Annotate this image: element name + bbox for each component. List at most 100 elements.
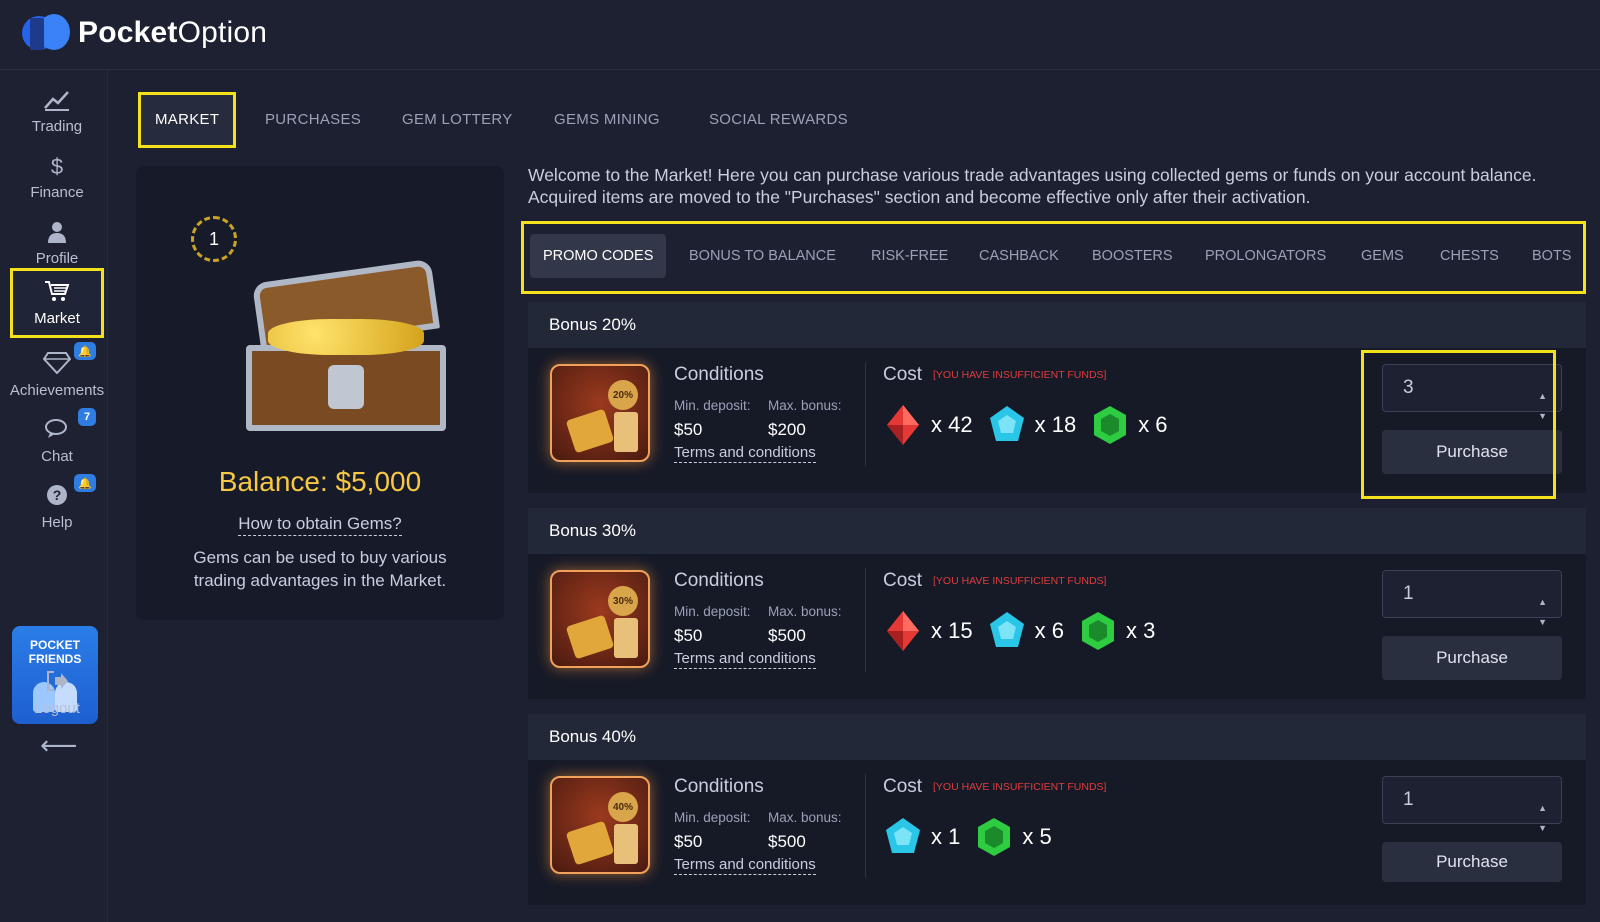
tab-purchases[interactable]: PURCHASES	[265, 92, 361, 148]
tab-bonus-to-balance[interactable]: BONUS TO BALANCE	[689, 234, 836, 278]
sidebar-item-label: Market	[34, 309, 80, 327]
user-icon	[46, 220, 68, 246]
how-to-obtain-gems-container: How to obtain Gems?	[136, 514, 504, 536]
chart-line-icon	[43, 88, 71, 114]
quantity-stepper[interactable]: 1 ▲ ▼	[1382, 570, 1562, 627]
conditions-heading: Conditions	[674, 570, 764, 591]
ticket-icon	[614, 618, 638, 658]
conditions-heading: Conditions	[674, 364, 764, 385]
tab-gems[interactable]: GEMS	[1361, 234, 1404, 278]
purchase-button[interactable]: Purchase	[1382, 842, 1562, 882]
gem-count: x 15	[931, 618, 973, 643]
gem-count: x 3	[1125, 618, 1156, 643]
treasure-chest-image: 1	[161, 186, 471, 436]
conditions-heading: Conditions	[674, 776, 764, 797]
sidebar-item-label: Help	[41, 513, 73, 531]
logout-icon	[45, 670, 69, 696]
ticket-icon	[614, 412, 638, 452]
min-deposit-label: Min. deposit:	[674, 810, 751, 825]
cart-icon	[44, 280, 70, 306]
diamond-icon	[42, 351, 72, 378]
bonus-percent-badge: 30%	[608, 586, 638, 616]
tab-bots[interactable]: BOTS	[1532, 234, 1571, 278]
quantity-value: 1	[1403, 789, 1414, 810]
sidebar-item-label: Logout	[34, 699, 80, 717]
gem-count: x 6	[1138, 412, 1168, 437]
notification-badge: 🔔	[74, 342, 96, 360]
ticket-icon	[614, 824, 638, 864]
sidebar-item-help[interactable]: 🔔 ? Help	[10, 474, 104, 540]
sidebar-item-trading[interactable]: Trading	[10, 78, 104, 144]
min-deposit-value: $50	[674, 832, 703, 851]
promo-code-thumbnail: 40%	[550, 776, 650, 874]
how-to-obtain-gems-link[interactable]: How to obtain Gems?	[238, 514, 402, 536]
chat-icon	[44, 418, 70, 444]
highlight-frame	[1361, 350, 1556, 499]
red-gem-icon	[883, 609, 923, 653]
max-bonus-label: Max. bonus:	[768, 604, 842, 619]
sidebar-item-chat[interactable]: 7 Chat	[10, 408, 104, 474]
sidebar-item-profile[interactable]: Profile	[10, 210, 104, 276]
tab-market[interactable]: MARKET	[138, 92, 237, 148]
green-gem-icon	[974, 815, 1014, 859]
quantity-stepper[interactable]: 1 ▲ ▼	[1382, 776, 1562, 833]
dollar-icon: $	[50, 153, 64, 179]
insufficient-funds-warning: [YOU HAVE INSUFFICIENT FUNDS]	[933, 369, 1107, 381]
divider	[865, 362, 866, 466]
friends-title-line1: POCKET	[29, 638, 80, 652]
brand-logo[interactable]: PocketOption	[22, 14, 267, 52]
tab-social-rewards[interactable]: SOCIAL REWARDS	[709, 92, 848, 148]
help-icon: ?	[46, 484, 68, 510]
tab-cashback[interactable]: CASHBACK	[979, 234, 1059, 278]
sidebar-item-label: Chat	[41, 447, 73, 465]
terms-link[interactable]: Terms and conditions	[674, 444, 816, 463]
terms-link[interactable]: Terms and conditions	[674, 650, 816, 669]
insufficient-funds-warning: [YOU HAVE INSUFFICIENT FUNDS]	[933, 575, 1107, 587]
chat-count-badge: 7	[78, 408, 96, 426]
tab-gem-lottery[interactable]: GEM LOTTERY	[402, 92, 513, 148]
tab-promo-codes[interactable]: PROMO CODES	[530, 234, 667, 278]
terms-link[interactable]: Terms and conditions	[674, 856, 816, 875]
bonus-percent-badge: 20%	[608, 380, 638, 410]
min-deposit-label: Min. deposit:	[674, 604, 751, 619]
product-card: 30% Conditions Min. deposit: Max. bonus:…	[528, 554, 1586, 699]
blue-gem-icon	[987, 403, 1027, 447]
sidebar-item-finance[interactable]: $ Finance	[10, 144, 104, 210]
gem-cost-row: x 1 x 5	[883, 814, 1066, 860]
sidebar-item-achievements[interactable]: 🔔 Achievements	[10, 342, 104, 408]
gem-count: x 6	[1034, 618, 1064, 643]
max-bonus-value: $200	[768, 420, 806, 439]
tab-prolongators[interactable]: PROLONGATORS	[1205, 234, 1326, 278]
product-title: Bonus 30%	[528, 508, 1586, 554]
top-bar: PocketOption	[0, 0, 1600, 70]
gem-count: x 18	[1034, 412, 1077, 437]
divider	[865, 774, 866, 878]
green-gem-icon	[1078, 609, 1118, 653]
product-title: Bonus 40%	[528, 714, 1586, 760]
tab-chests[interactable]: CHESTS	[1440, 234, 1499, 278]
green-gem-icon	[1090, 403, 1130, 447]
gem-cost-row: x 42 x 18 x 6	[883, 402, 1182, 448]
min-deposit-label: Min. deposit:	[674, 398, 751, 413]
cost-heading: Cost	[883, 776, 923, 797]
collapse-arrow-icon[interactable]: ⟵	[40, 730, 77, 761]
sidebar-item-logout[interactable]: Logout	[10, 660, 104, 726]
sidebar-item-label: Finance	[30, 183, 84, 201]
brand-name: PocketOption	[78, 16, 268, 49]
max-bonus-value: $500	[768, 832, 806, 851]
promo-code-thumbnail: 30%	[550, 570, 650, 668]
category-tabs: PROMO CODES BONUS TO BALANCE RISK-FREE C…	[521, 221, 1586, 294]
purchase-button[interactable]: Purchase	[1382, 636, 1562, 680]
red-gem-icon	[883, 403, 923, 447]
max-bonus-label: Max. bonus:	[768, 810, 842, 825]
tab-gems-mining[interactable]: GEMS MINING	[554, 92, 660, 148]
svg-text:?: ?	[53, 487, 62, 503]
gem-count: x 1	[931, 824, 961, 849]
tab-risk-free[interactable]: RISK-FREE	[871, 234, 948, 278]
tab-boosters[interactable]: BOOSTERS	[1092, 234, 1173, 278]
sidebar-item-label: Profile	[35, 249, 79, 267]
blue-gem-icon	[883, 815, 923, 859]
sidebar-item-market[interactable]: Market	[10, 268, 104, 338]
product-card: 40% Conditions Min. deposit: Max. bonus:…	[528, 760, 1586, 905]
blue-gem-icon	[987, 609, 1027, 653]
